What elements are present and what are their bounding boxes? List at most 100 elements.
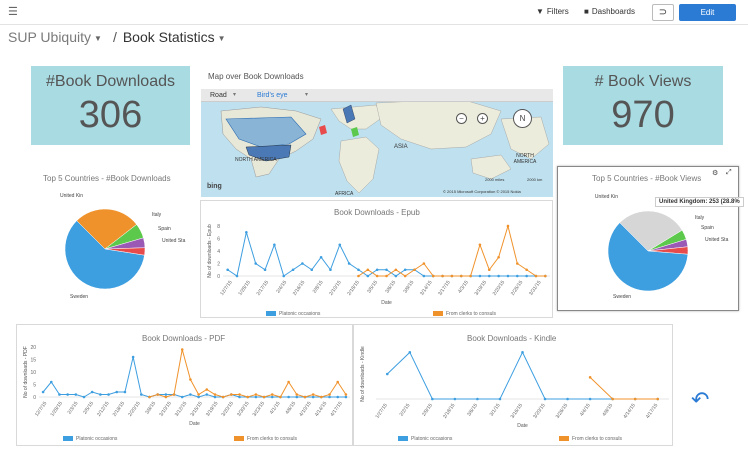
- legend-label: Platonic occasions: [279, 311, 321, 317]
- data-point: [319, 255, 323, 259]
- expand-icon[interactable]: ⤢: [726, 169, 732, 177]
- data-point: [245, 230, 248, 234]
- map-birdseye-button[interactable]: Bird's eye: [257, 89, 288, 102]
- y-tick-label: 0: [33, 395, 36, 401]
- folder-icon: ■: [584, 7, 589, 16]
- legend-swatch: [559, 436, 569, 442]
- data-point: [525, 268, 528, 272]
- pdf-line-chart: 0 5 10 15 20 Date No of downloads - PDF 12/7/15…: [23, 345, 350, 427]
- data-point: [74, 393, 78, 396]
- chevron-down-icon[interactable]: ▾: [305, 89, 308, 102]
- data-point: [441, 274, 444, 278]
- x-tick-label: 3/9/15: [402, 280, 415, 295]
- data-point: [246, 395, 249, 399]
- data-point: [270, 393, 274, 396]
- data-point: [588, 397, 592, 401]
- kindle-chart-card: Book Downloads - Kindle Date No of downlo…: [353, 324, 673, 446]
- x-tick-label: 2/9/15: [421, 403, 434, 418]
- series-line: [149, 349, 347, 398]
- map-marker-uk: [319, 125, 327, 135]
- data-point: [422, 262, 426, 265]
- x-tick-label: 12/7/15: [219, 280, 234, 297]
- data-point: [487, 268, 491, 272]
- chart-title: Book Downloads - Kindle: [467, 334, 557, 343]
- x-tick-label: 1/27/15: [374, 403, 389, 420]
- data-point: [375, 268, 379, 272]
- map-view[interactable]: NORTH AMERICA ASIA AFRICA NORTH AMERICA …: [201, 89, 553, 197]
- zoom-out-icon[interactable]: −: [456, 113, 467, 124]
- y-axis-label: No of downloads - Epub: [207, 224, 213, 278]
- x-tick-label: 4/6/15: [284, 401, 297, 416]
- series-line: [589, 376, 658, 400]
- data-point: [328, 395, 331, 399]
- settings-icon[interactable]: ⚙: [712, 169, 718, 177]
- data-point: [413, 268, 416, 272]
- data-point: [633, 397, 637, 401]
- data-point: [366, 274, 370, 278]
- hamburger-icon[interactable]: ☰: [8, 5, 18, 19]
- epub-line-chart: 0 2 4 6 8 Date No of downloads - Epub 12/7/15 1/…: [207, 224, 550, 306]
- data-point: [403, 268, 407, 272]
- data-point: [213, 393, 217, 396]
- filters-label: Filters: [546, 7, 569, 16]
- data-point: [478, 274, 482, 278]
- x-tick-label: 2/4/15: [275, 280, 288, 295]
- data-point: [394, 268, 398, 272]
- filter-icon: ▼: [536, 7, 544, 16]
- data-point: [347, 262, 351, 265]
- page-title[interactable]: Book Statistics: [123, 29, 215, 45]
- series-line: [42, 356, 346, 398]
- kpi-book-views[interactable]: # Book Views 970: [563, 66, 723, 145]
- zoom-in-icon[interactable]: +: [477, 113, 488, 124]
- kpi-book-downloads[interactable]: #Book Downloads 306: [31, 66, 190, 145]
- dashboards-button[interactable]: ■ Dashboards: [584, 7, 635, 17]
- dashboards-label: Dashboards: [591, 7, 635, 16]
- undo-arrow-icon[interactable]: ↶: [691, 388, 709, 412]
- data-point: [148, 395, 151, 399]
- data-point: [230, 393, 233, 396]
- legend-swatch: [234, 436, 244, 442]
- pie-label: Spain: [701, 225, 714, 231]
- app-name[interactable]: SUP Ubiquity: [8, 29, 91, 45]
- data-point: [525, 274, 528, 278]
- map-road-button[interactable]: Road: [210, 89, 227, 102]
- views-pie-chart: United Kin Italy Spain United Sta Sweden: [595, 194, 729, 300]
- edit-button[interactable]: Edit: [679, 4, 736, 21]
- x-tick-label: 4/17/15: [329, 401, 344, 418]
- kpi-label: #Book Downloads: [46, 73, 175, 90]
- y-tick-label: 6: [217, 237, 220, 243]
- kpi-value: 306: [78, 94, 143, 136]
- data-point: [431, 397, 434, 401]
- undo-button[interactable]: ⊃: [652, 4, 674, 21]
- x-tick-label: 2/20/15: [127, 401, 142, 418]
- bing-logo: bing: [207, 183, 222, 190]
- chevron-down-icon[interactable]: ▼: [218, 34, 226, 43]
- data-point: [497, 255, 500, 259]
- x-tick-label: 4/10/15: [298, 401, 313, 418]
- data-point: [459, 274, 463, 278]
- map-land-europe: [330, 104, 384, 130]
- data-point: [172, 393, 176, 396]
- x-tick-label: 4/3/15: [457, 280, 470, 295]
- map-land-australia: [470, 154, 512, 180]
- filters-button[interactable]: ▼ Filters: [536, 7, 569, 17]
- data-point: [263, 268, 267, 272]
- data-point: [270, 395, 274, 399]
- data-point: [656, 397, 660, 401]
- views-pie-card[interactable]: Top 5 Countries - #Book Views ⚙ ⤢ United…: [557, 166, 739, 311]
- data-point: [506, 224, 510, 228]
- data-point: [291, 268, 295, 272]
- x-tick-label: 3/10/15: [158, 401, 173, 418]
- data-point: [205, 393, 209, 396]
- x-tick-label: 3/19/15: [474, 280, 489, 297]
- x-axis-label: Date: [189, 421, 200, 427]
- compass-icon[interactable]: N: [513, 109, 532, 128]
- chevron-down-icon[interactable]: ▾: [233, 89, 236, 102]
- y-tick-label: 15: [30, 358, 36, 364]
- series-line: [386, 351, 658, 400]
- y-tick-label: 8: [217, 224, 220, 230]
- x-tick-label: 2/17/15: [256, 280, 271, 297]
- pie-label: United Kin: [60, 193, 83, 199]
- chevron-down-icon[interactable]: ▼: [94, 34, 102, 43]
- x-tick-label: 1/28/15: [49, 401, 64, 418]
